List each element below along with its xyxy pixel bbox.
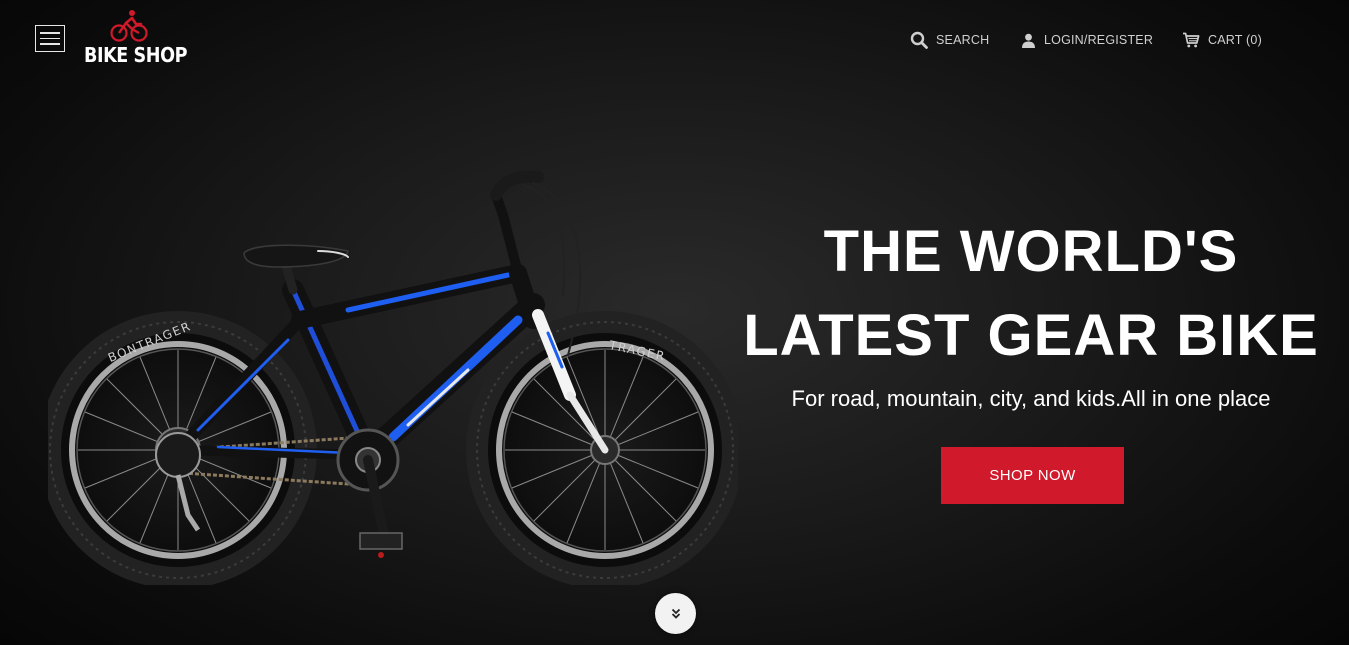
chevron-double-down-icon — [671, 608, 680, 619]
nav-login-register[interactable]: LOGIN/REGISTER — [1021, 30, 1153, 50]
nav-cart[interactable]: CART (0) — [1182, 30, 1262, 50]
hamburger-icon-bar — [40, 37, 60, 40]
cyclist-icon — [110, 10, 148, 42]
hamburger-icon-bar — [40, 43, 60, 45]
user-icon — [1022, 33, 1035, 48]
hero-subline: For road, mountain, city, and kids.All i… — [791, 386, 1271, 411]
nav-search-label: SEARCH — [936, 33, 990, 47]
site-logo[interactable]: BIKE SHOP — [84, 9, 188, 69]
bike-image: BONTRAGER TRAGER — [48, 170, 738, 585]
hamburger-icon-bar — [40, 32, 60, 34]
menu-button[interactable] — [35, 25, 65, 52]
nav-cart-label: CART (0) — [1208, 33, 1262, 47]
crankset — [336, 428, 403, 558]
nav-login-label: LOGIN/REGISTER — [1044, 33, 1154, 47]
hero-headline-line2: LATEST GEAR BIKE — [743, 303, 1319, 368]
search-icon — [910, 31, 928, 49]
nav-search[interactable]: SEARCH — [910, 30, 989, 50]
scroll-down-button[interactable] — [655, 593, 696, 634]
shop-now-button[interactable]: SHOP NOW — [941, 447, 1124, 504]
logo-text: BIKE SHOP — [84, 43, 188, 67]
cart-icon — [1183, 32, 1200, 48]
hero-section: BIKE SHOP SEARCH LOGIN/REGISTER CART (0) — [0, 0, 1349, 645]
hero-headline-line1: THE WORLD'S — [823, 219, 1239, 284]
